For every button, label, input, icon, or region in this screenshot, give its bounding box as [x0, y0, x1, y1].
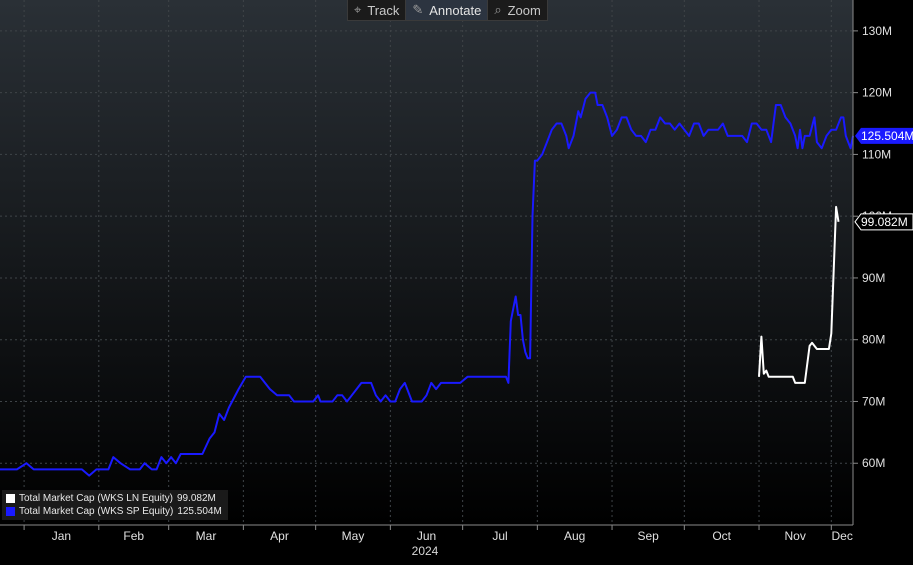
x-tick-label: Sep: [638, 529, 660, 543]
legend-item-sp[interactable]: Total Market Cap (WKS SP Equity) 125.504…: [6, 505, 222, 518]
track-button[interactable]: ⌖ Track: [348, 0, 407, 20]
chart-toolbar: ⌖ Track ✎ Annotate ⌕ Zoom: [347, 0, 548, 21]
x-tick-label: Aug: [564, 529, 585, 543]
x-axis-ticks: Jan Feb Mar Apr May Jun Jul Aug Sep Oct Nov Dec: [23, 525, 853, 543]
x-tick-label: May: [342, 529, 365, 543]
legend-swatch-ln: [6, 494, 15, 503]
x-tick-label: Feb: [123, 529, 144, 543]
x-tick-label: Mar: [196, 529, 217, 543]
annotate-button[interactable]: ✎ Annotate: [406, 0, 489, 20]
last-value-labels: 99.082M 125.504M: [854, 127, 913, 231]
x-tick-label: Jun: [417, 529, 436, 543]
market-cap-line-chart[interactable]: 60M70M80M90M100M110M120M130M JanFebMarAp…: [0, 0, 913, 565]
chart-legend: Total Market Cap (WKS LN Equity) 99.082M…: [2, 490, 228, 520]
legend-value-sp: 125.504M: [177, 506, 222, 517]
track-label: Track: [367, 2, 400, 18]
x-axis-year-label: 2024: [412, 544, 439, 558]
pencil-icon: ✎: [412, 2, 424, 17]
x-tick-label: Oct: [712, 529, 731, 543]
annotate-label: Annotate: [429, 2, 482, 18]
zoom-label: Zoom: [507, 2, 541, 18]
y-tick-label: 60M: [862, 456, 885, 470]
x-tick-label: Apr: [270, 529, 289, 543]
legend-value-ln: 99.082M: [176, 493, 216, 504]
y-tick-label: 70M: [862, 394, 885, 408]
last-value-tag-1: 125.504M: [855, 127, 913, 144]
magnifier-icon: ⌕: [494, 2, 502, 17]
crosshair-icon: ⌖: [354, 2, 362, 17]
zoom-button[interactable]: ⌕ Zoom: [488, 0, 547, 20]
last-value-label: 99.082M: [861, 215, 908, 229]
legend-swatch-sp: [6, 507, 15, 516]
legend-item-ln[interactable]: Total Market Cap (WKS LN Equity) 99.082M: [6, 492, 222, 505]
x-tick-label: Jul: [492, 529, 507, 543]
x-tick-label: Dec: [831, 529, 852, 543]
y-tick-label: 120M: [862, 86, 892, 100]
last-value-label: 125.504M: [861, 129, 913, 143]
y-tick-label: 80M: [862, 333, 885, 347]
x-tick-label: Jan: [52, 529, 71, 543]
x-tick-label: Nov: [784, 529, 805, 543]
legend-label-sp: Total Market Cap (WKS SP Equity): [19, 506, 174, 517]
y-tick-label: 110M: [862, 147, 891, 161]
y-tick-label: 90M: [862, 271, 885, 285]
legend-label-ln: Total Market Cap (WKS LN Equity): [19, 493, 173, 504]
y-axis-ticks: 60M70M80M90M100M110M120M130M: [853, 24, 892, 470]
y-tick-label: 130M: [862, 24, 892, 38]
last-value-tag-0: 99.082M: [854, 213, 913, 231]
